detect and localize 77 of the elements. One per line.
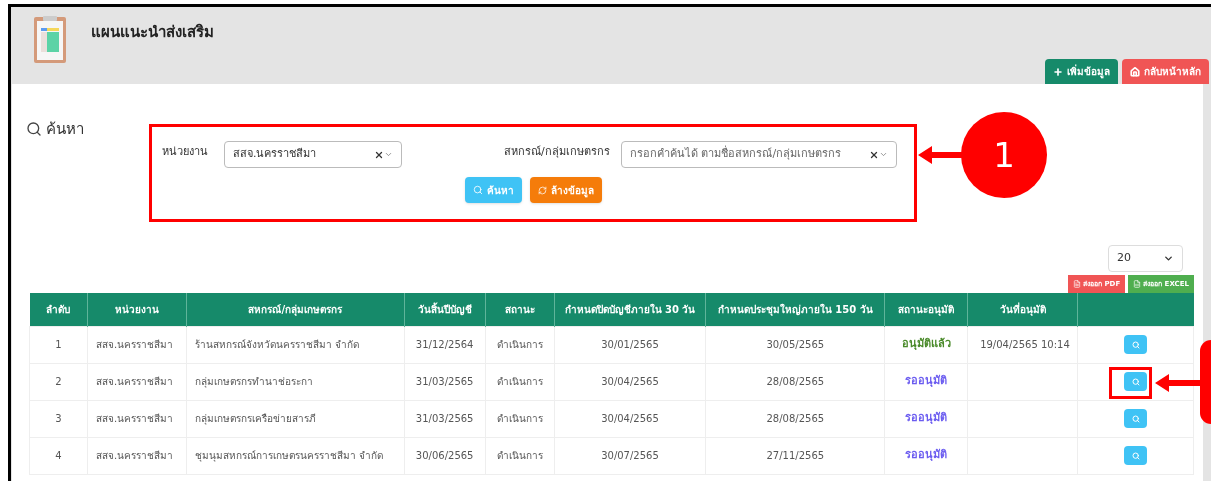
caret-icon [879,150,888,159]
search-button[interactable]: ค้นหา [464,177,522,203]
table-cell: 2 [29,363,88,400]
page-title: แผนแนะนำส่งเสริม [91,22,214,43]
chevron-down-icon [1163,253,1174,264]
search-icon [1131,377,1140,386]
table-cell: 30/01/2565 [554,326,706,363]
approval-status: รออนุมัติ [905,411,948,425]
table-cell: ดำเนินการ [485,437,555,474]
table-cell: สสจ.นครราชสีมา [87,363,187,400]
table-cell: 1 [29,326,88,363]
table-cell: 31/03/2565 [404,400,486,437]
clipboard-icon [33,16,67,64]
home-button[interactable]: กลับหน้าหลัก [1122,59,1209,84]
select-field[interactable]: สสจ.นครราชสีมา [224,141,402,168]
page-size-select[interactable]: 20 [1108,245,1183,272]
clear-icon[interactable] [869,149,879,160]
table-cell: ดำเนินการ [485,326,555,363]
file-icon [1073,280,1081,288]
clear-button[interactable]: ล้างข้อมูล [529,177,602,203]
table-cell: 30/04/2565 [554,363,706,400]
table-cell: 30/04/2565 [554,400,706,437]
column-header: วันสิ้นปีบัญชี [404,293,486,326]
select-field[interactable]: กรอกคำค้นได้ ตามชื่อสหกรณ์/กลุ่มเกษตรกร [621,141,897,168]
approval-status: รออนุมัติ [905,374,948,388]
table-cell: กลุ่มเกษตรกรทำนาช่อระกา [186,363,405,400]
view-button[interactable] [1124,409,1148,428]
table-cell: 4 [29,437,88,474]
table-cell: สสจ.นครราชสีมา [87,400,187,437]
field-label: สหกรณ์/กลุ่มเกษตรกร [504,144,611,160]
table-cell: 27/11/2565 [705,437,885,474]
column-header: หน่วยงาน [87,293,187,326]
table-cell: 30/06/2565 [404,437,486,474]
spreadsheet-icon [1133,280,1142,288]
table-cell: ชุมนุมสหกรณ์การเกษตรนครราชสีมา จำกัด [186,437,405,474]
table-cell: สสจ.นครราชสีมา [87,437,187,474]
clear-icon[interactable] [374,149,384,160]
table-cell: 28/08/2565 [705,363,885,400]
caret-icon [384,150,393,159]
refresh-icon [537,185,547,195]
plus-icon [1053,66,1063,77]
approval-status: อนุมัติแล้ว [901,337,951,351]
add-data-button[interactable]: เพิ่มข้อมูล [1045,59,1118,84]
table-cell: 28/08/2565 [705,400,885,437]
column-header: กำหนดปิดบัญชีภายใน 30 วัน [554,293,706,326]
table-cell: 3 [29,400,88,437]
highlight-frame [1109,367,1152,399]
search-heading: ค้นหา [46,119,84,140]
column-header: ลำดับ [29,293,88,326]
search-icon [26,121,42,138]
home-icon [1130,66,1140,77]
table-cell: กลุ่มเกษตรกรเครือข่ายสารภี [186,400,405,437]
approval-status: รออนุมัติ [905,448,948,462]
search-icon [472,185,483,195]
arrow-pointer [918,146,964,164]
table-cell: 30/05/2565 [705,326,885,363]
table-cell: ดำเนินการ [485,400,555,437]
search-icon [1131,451,1140,460]
table-cell: 31/12/2564 [404,326,486,363]
table-cell: ร้านสหกรณ์จังหวัดนครราชสีมา จำกัด [186,326,405,363]
column-header: วันที่อนุมัติ [967,293,1078,326]
arrow-pointer [1155,374,1203,392]
column-header: สถานะอนุมัติ [884,293,968,326]
table-cell: สสจ.นครราชสีมา [87,326,187,363]
view-button[interactable] [1124,372,1148,391]
table-cell: 30/07/2565 [554,437,706,474]
column-header: สหกรณ์/กลุ่มเกษตรกร [186,293,405,326]
table-cell: ดำเนินการ [485,363,555,400]
search-icon [1131,414,1140,423]
search-icon [1131,340,1140,349]
table-cell: 19/04/2565 10:14 [967,326,1078,363]
view-button[interactable] [1124,335,1148,354]
column-header: กำหนดประชุมใหญ่ภายใน 150 วัน [705,293,885,326]
view-button[interactable] [1124,446,1148,465]
field-label: หน่วยงาน [162,144,209,160]
column-header: สถานะ [485,293,555,326]
table-cell: 31/03/2565 [404,363,486,400]
